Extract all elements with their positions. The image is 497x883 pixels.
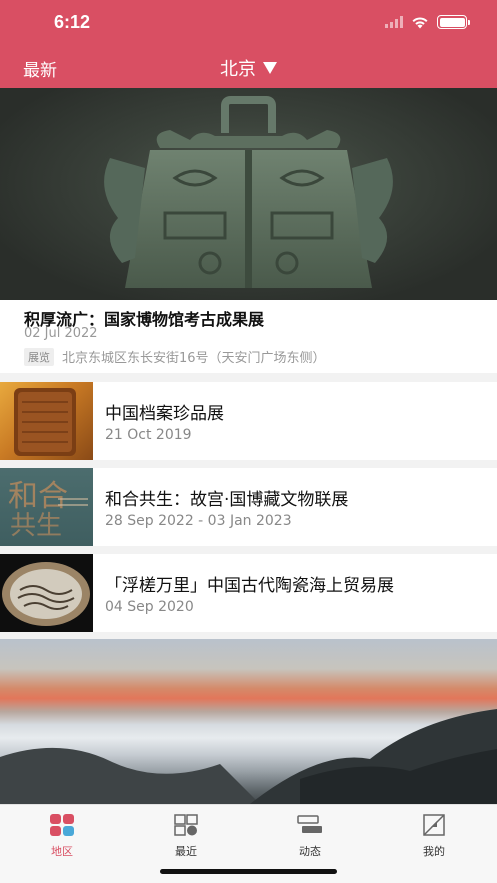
recent-icon — [174, 814, 198, 836]
city-selector[interactable]: 北京 — [220, 55, 278, 81]
profile-icon — [423, 814, 445, 836]
tab-recent[interactable]: 最近 — [156, 813, 216, 859]
exhibition-thumbnail: 和合 共生 — [0, 468, 93, 546]
exhibition-title: 中国档案珍品展 — [105, 404, 224, 424]
exhibition-list-item[interactable]: 中国档案珍品展 21 Oct 2019 — [0, 382, 497, 460]
featured-exhibition-image — [0, 88, 497, 300]
tab-label: 动态 — [299, 845, 321, 858]
featured-exhibition-location-row: 展览 北京东城区东长安街16号（天安门广场东侧） — [24, 347, 326, 366]
wifi-icon — [412, 16, 428, 28]
exhibition-title: 「浮槎万里」中国古代陶瓷海上贸易展 — [105, 576, 394, 596]
home-indicator — [160, 869, 337, 874]
signal-icon — [385, 16, 403, 28]
latest-button[interactable]: 最新 — [23, 56, 57, 81]
tab-label: 地区 — [51, 845, 73, 858]
battery-icon — [437, 15, 470, 29]
exhibition-date: 28 Sep 2022 - 03 Jan 2023 — [105, 513, 292, 529]
exhibition-tag: 展览 — [24, 347, 54, 366]
svg-text:共生: 共生 — [10, 511, 62, 541]
exhibition-thumbnail — [0, 382, 93, 460]
tab-profile[interactable]: 我的 — [404, 813, 464, 859]
featured-exhibition-location: 北京东城区东长安街16号（天安门广场东侧） — [62, 351, 326, 366]
svg-text:和合: 和合 — [8, 479, 68, 514]
featured-exhibition-date: 02 Jul 2022 — [24, 326, 98, 341]
app-header: 6:12 最新 北京 — [0, 0, 497, 88]
city-label: 北京 — [220, 59, 256, 79]
status-time: 6:12 — [54, 12, 91, 32]
exhibition-date: 21 Oct 2019 — [105, 427, 192, 443]
tab-label: 我的 — [423, 845, 445, 858]
exhibition-thumbnail — [0, 554, 93, 632]
feed-icon — [297, 815, 322, 833]
triangle-down-icon — [263, 62, 277, 74]
exhibition-date: 04 Sep 2020 — [105, 599, 194, 615]
exhibition-title: 和合共生：故宫·国博藏文物联展 — [105, 490, 349, 510]
status-bar: 6:12 — [0, 0, 497, 44]
exhibition-preview-image[interactable] — [0, 639, 497, 804]
exhibition-list-item[interactable]: 和合 共生 和合共生：故宫·国博藏文物联展 28 Sep 2022 - 03 J… — [0, 468, 497, 546]
exhibition-list-item[interactable]: 「浮槎万里」中国古代陶瓷海上贸易展 04 Sep 2020 — [0, 554, 497, 632]
tab-feed[interactable]: 动态 — [280, 813, 340, 859]
tab-label: 最近 — [175, 845, 197, 858]
tab-region[interactable]: 地区 — [32, 813, 92, 859]
featured-exhibition-card[interactable]: 积厚流广：国家博物馆考古成果展 02 Jul 2022 展览 北京东城区东长安街… — [0, 88, 497, 373]
status-icons — [385, 15, 470, 29]
region-icon — [50, 814, 74, 836]
